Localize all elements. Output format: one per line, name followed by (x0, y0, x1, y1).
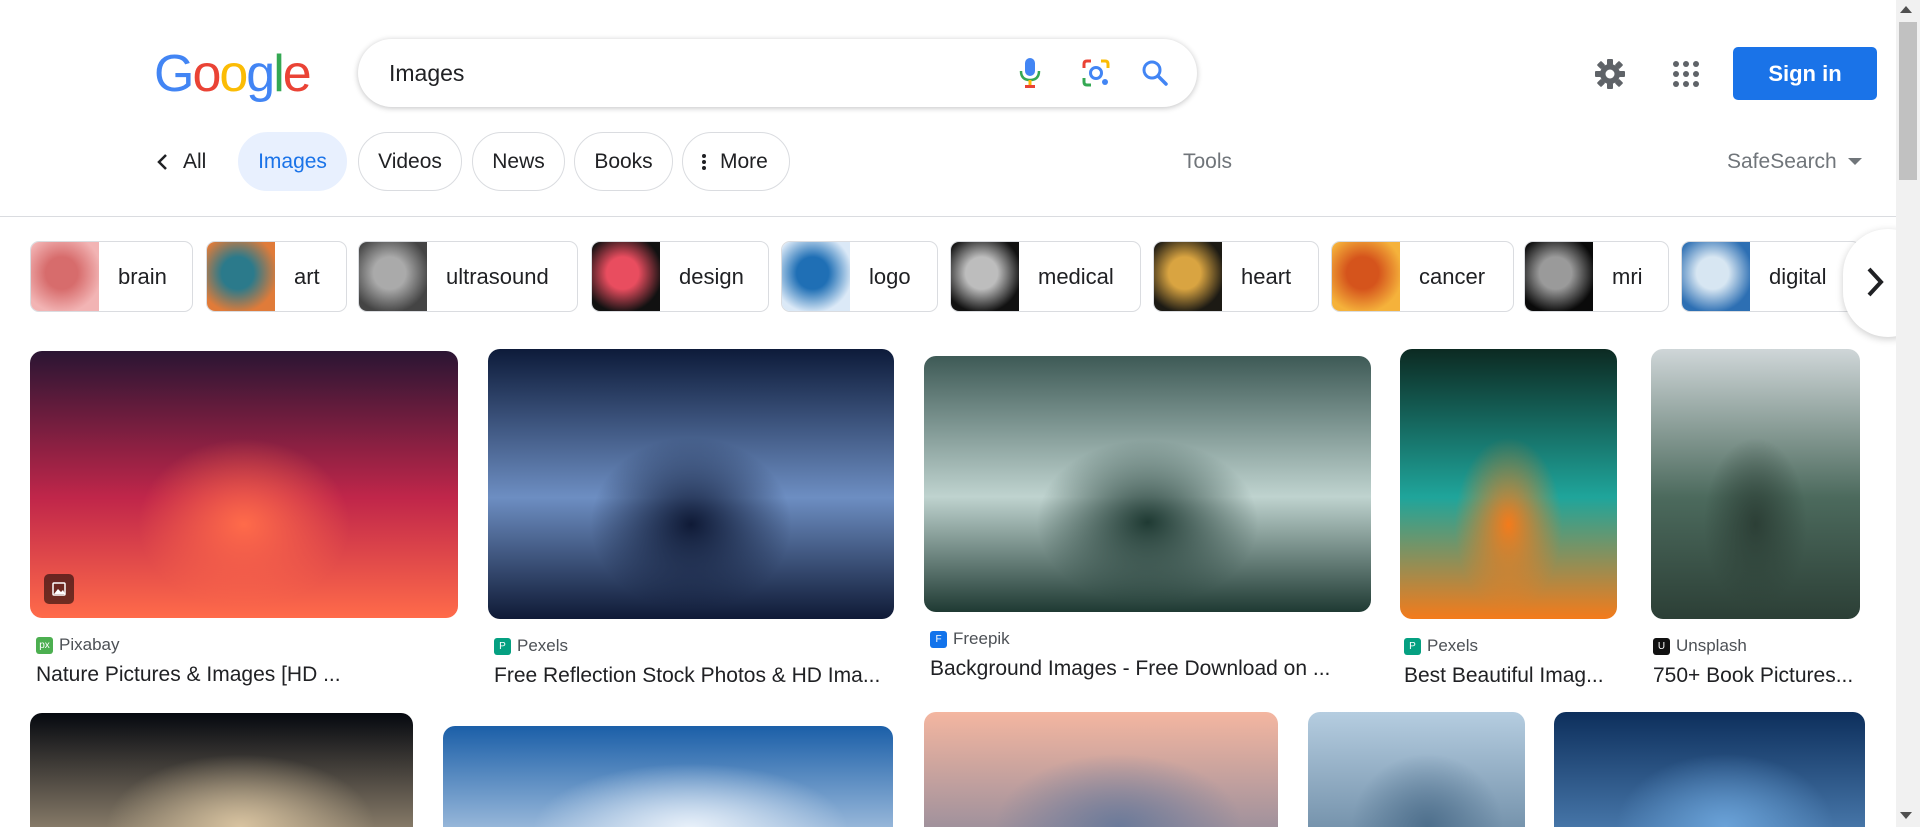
chip-label: brain (118, 264, 167, 289)
image-result[interactable]: F Freepik Background Images - Free Downloa… (924, 356, 1371, 696)
chip-thumbnail (207, 242, 275, 311)
sign-in-button[interactable]: Sign in (1733, 47, 1877, 100)
result-title[interactable]: Nature Pictures & Images [HD ... (36, 663, 458, 687)
scrollbar-thumb[interactable] (1899, 22, 1917, 180)
source-name: Unsplash (1676, 636, 1747, 655)
result-source: P Pexels (1404, 636, 1478, 656)
tab-images[interactable]: Images (238, 132, 347, 191)
tab-news[interactable]: News (472, 132, 565, 191)
source-name: Freepik (953, 629, 1010, 648)
image-result-thumbnail[interactable] (1308, 712, 1525, 827)
chevron-left-icon (157, 154, 167, 170)
microphone-icon[interactable] (1013, 56, 1047, 90)
tools-button[interactable]: Tools (1183, 150, 1232, 174)
result-thumbnail[interactable] (924, 356, 1371, 612)
tab-all-label: All (183, 150, 207, 173)
chip-art[interactable]: art (206, 241, 347, 312)
result-source: U Unsplash (1653, 636, 1747, 656)
safesearch-button[interactable]: SafeSearch (1727, 150, 1837, 174)
chip-label: cancer (1419, 264, 1486, 289)
image-result-thumbnail[interactable] (924, 712, 1278, 827)
image-result-thumbnail[interactable] (30, 713, 413, 827)
chip-label: medical (1038, 264, 1114, 289)
result-thumbnail[interactable] (30, 351, 458, 618)
more-vertical-icon (702, 154, 706, 170)
source-favicon-icon: F (930, 630, 947, 648)
tab-more[interactable]: More (682, 132, 790, 191)
source-name: Pexels (517, 636, 569, 655)
chip-label: mri (1612, 264, 1643, 289)
chip-thumbnail (1682, 242, 1750, 311)
chip-label: art (294, 264, 320, 289)
result-thumbnail[interactable] (488, 349, 894, 619)
image-result[interactable]: U Unsplash 750+ Book Pictures... (1651, 349, 1860, 689)
chip-brain[interactable]: brain (30, 241, 193, 312)
apps-grid-icon[interactable] (1668, 56, 1704, 92)
source-favicon-icon: U (1653, 637, 1670, 655)
chip-thumbnail (359, 242, 427, 311)
chip-label: design (679, 264, 744, 289)
result-title[interactable]: Best Beautiful Imag... (1404, 664, 1617, 688)
image-result-thumbnail[interactable] (1554, 712, 1865, 827)
result-title[interactable]: 750+ Book Pictures... (1653, 664, 1860, 688)
logo-letter: o (219, 45, 248, 103)
chip-label: ultrasound (446, 264, 549, 289)
chip-thumbnail (951, 242, 1019, 311)
search-input[interactable]: Images (389, 39, 464, 107)
logo-letter: o (192, 45, 221, 103)
chip-design[interactable]: design (591, 241, 769, 312)
google-logo[interactable]: Google (154, 45, 312, 103)
header-divider (0, 216, 1896, 217)
result-source: P Pexels (494, 636, 568, 656)
result-title[interactable]: Background Images - Free Download on ... (930, 657, 1371, 681)
chip-thumbnail (1332, 242, 1400, 311)
chip-label: logo (869, 264, 911, 289)
logo-letter: l (273, 45, 284, 103)
chevron-right-icon (1867, 267, 1884, 297)
source-favicon-icon: px (36, 636, 53, 654)
result-thumbnail[interactable] (1400, 349, 1617, 619)
safesearch-caret-icon[interactable] (1848, 158, 1862, 165)
result-source: px Pixabay (36, 635, 119, 655)
image-result-thumbnail[interactable] (443, 726, 893, 827)
settings-gear-icon[interactable] (1592, 56, 1628, 92)
chip-ultrasound[interactable]: ultrasound (358, 241, 578, 312)
source-favicon-icon: P (1404, 637, 1421, 655)
chip-thumbnail (31, 242, 99, 311)
chip-digital[interactable]: digital (1681, 241, 1861, 312)
scroll-up-arrow-icon[interactable] (1900, 6, 1912, 13)
chip-thumbnail (592, 242, 660, 311)
chip-cancer[interactable]: cancer (1331, 241, 1514, 312)
logo-letter: G (154, 45, 194, 103)
search-icon[interactable] (1138, 56, 1172, 90)
image-badge-icon (44, 574, 74, 604)
result-title[interactable]: Free Reflection Stock Photos & HD Ima... (494, 664, 894, 688)
chip-thumbnail (782, 242, 850, 311)
logo-letter: e (282, 45, 312, 103)
tab-books[interactable]: Books (574, 132, 673, 191)
chip-logo[interactable]: logo (781, 241, 938, 312)
chip-thumbnail (1525, 242, 1593, 311)
chip-label: digital (1769, 264, 1827, 289)
image-result[interactable]: px Pixabay Nature Pictures & Images [HD ..… (30, 351, 458, 691)
chip-thumbnail (1154, 242, 1222, 311)
result-thumbnail[interactable] (1651, 349, 1860, 619)
search-box[interactable]: Images (358, 39, 1197, 107)
image-result[interactable]: P Pexels Best Beautiful Imag... (1400, 349, 1617, 689)
tab-more-label: More (720, 150, 768, 173)
logo-letter: g (246, 45, 275, 103)
chip-heart[interactable]: heart (1153, 241, 1319, 312)
image-result[interactable]: P Pexels Free Reflection Stock Photos & HD… (488, 349, 894, 689)
source-favicon-icon: P (494, 637, 511, 655)
scroll-down-arrow-icon[interactable] (1900, 812, 1912, 819)
chip-label: heart (1241, 264, 1292, 289)
source-name: Pixabay (59, 635, 120, 654)
result-source: F Freepik (930, 629, 1010, 649)
chip-mri[interactable]: mri (1524, 241, 1669, 312)
tab-videos[interactable]: Videos (358, 132, 462, 191)
chip-medical[interactable]: medical (950, 241, 1141, 312)
tab-all[interactable]: All (148, 132, 218, 191)
source-name: Pexels (1427, 636, 1479, 655)
google-lens-icon[interactable] (1079, 56, 1113, 90)
